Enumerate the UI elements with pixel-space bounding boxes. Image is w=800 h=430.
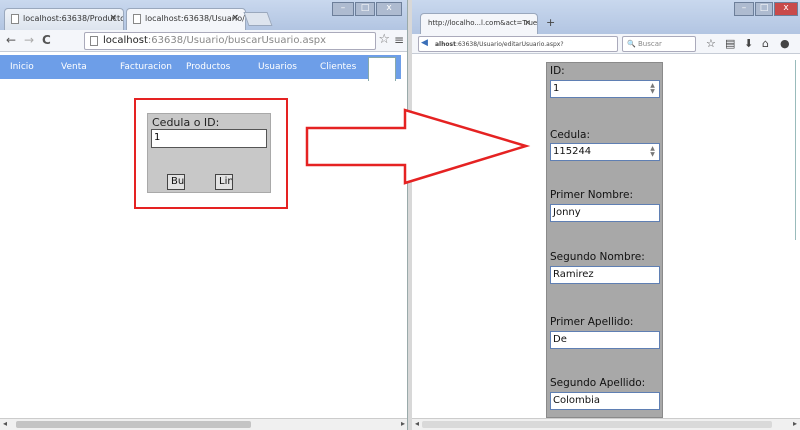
screenshot: localhost:63638/Producto × localhost:636… bbox=[0, 0, 800, 430]
red-arrow-annotation bbox=[305, 108, 531, 185]
arrow-shape bbox=[305, 108, 531, 185]
